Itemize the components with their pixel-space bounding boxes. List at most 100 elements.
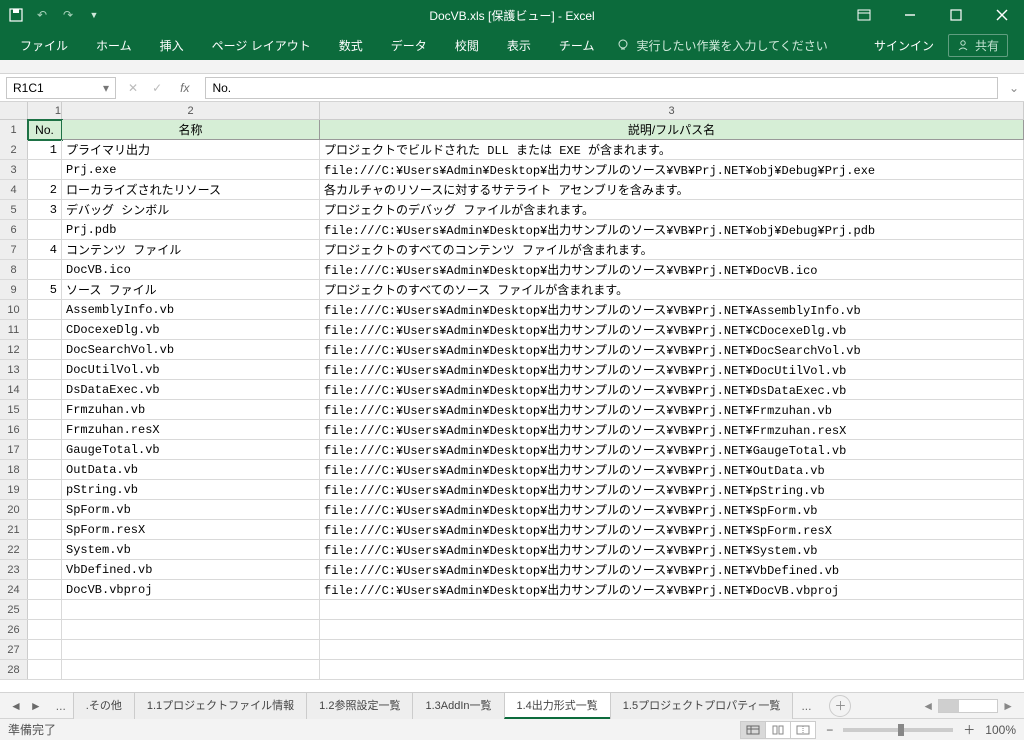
tab-scroll-right-icon[interactable]: ► [1002,699,1014,713]
cell-name[interactable]: Frmzuhan.vb [62,400,320,419]
cell-desc[interactable] [320,640,1024,659]
cell-name[interactable]: DocSearchVol.vb [62,340,320,359]
minimize-button[interactable] [888,0,932,30]
ribbon-display-icon[interactable] [842,0,886,30]
cell-no[interactable]: 3 [28,200,62,219]
cell-no[interactable] [28,540,62,559]
cell-no[interactable]: 2 [28,180,62,199]
cell-name[interactable]: AssemblyInfo.vb [62,300,320,319]
row-header[interactable]: 16 [0,420,28,439]
cell-name[interactable]: pString.vb [62,480,320,499]
cell-no[interactable] [28,320,62,339]
formula-input[interactable]: No. [205,77,998,99]
save-icon[interactable] [8,7,24,23]
tab-page-layout[interactable]: ページ レイアウト [198,30,325,60]
cell-desc[interactable]: プロジェクトのデバッグ ファイルが含まれます。 [320,200,1024,219]
row-header[interactable]: 3 [0,160,28,179]
share-button[interactable]: 共有 [948,34,1008,57]
zoom-out-button[interactable]: − [826,723,833,737]
row-header[interactable]: 27 [0,640,28,659]
tab-home[interactable]: ホーム [82,30,146,60]
chevron-down-icon[interactable]: ▾ [103,81,109,95]
row-header[interactable]: 24 [0,580,28,599]
tab-scroll-left-icon[interactable]: ◄ [922,699,934,713]
tab-nav-prev-icon[interactable]: ◄ [10,699,22,713]
cell-header-name[interactable]: 名称 [62,120,320,140]
cell-desc[interactable]: file:///C:¥Users¥Admin¥Desktop¥出力サンプルのソー… [320,420,1024,439]
cell-no[interactable]: 4 [28,240,62,259]
cell-name[interactable]: Prj.pdb [62,220,320,239]
cell-no[interactable] [28,560,62,579]
cell-no[interactable] [28,640,62,659]
cell-no[interactable] [28,360,62,379]
row-header[interactable]: 12 [0,340,28,359]
row-header[interactable]: 2 [0,140,28,159]
tab-nav-next-icon[interactable]: ► [30,699,42,713]
row-header[interactable]: 22 [0,540,28,559]
row-header[interactable]: 7 [0,240,28,259]
cell-desc[interactable]: file:///C:¥Users¥Admin¥Desktop¥出力サンプルのソー… [320,560,1024,579]
cell-no[interactable] [28,620,62,639]
tab-formulas[interactable]: 数式 [325,30,377,60]
cell-name[interactable]: ソース ファイル [62,280,320,299]
tell-me-search[interactable]: 実行したい作業を入力してください [616,37,827,54]
cell-desc[interactable]: プロジェクトでビルドされた DLL または EXE が含まれます。 [320,140,1024,159]
row-header[interactable]: 20 [0,500,28,519]
cell-name[interactable]: CDocexeDlg.vb [62,320,320,339]
signin-link[interactable]: サインイン [874,37,934,54]
sheet-tab[interactable]: 1.2参照設定一覧 [306,692,413,719]
add-sheet-button[interactable]: ＋ [829,695,851,717]
row-header[interactable]: 14 [0,380,28,399]
sheet-tab[interactable]: 1.4出力形式一覧 [504,692,611,719]
cell-name[interactable]: GaugeTotal.vb [62,440,320,459]
cell-desc[interactable]: file:///C:¥Users¥Admin¥Desktop¥出力サンプルのソー… [320,580,1024,599]
cell-name[interactable]: DocVB.vbproj [62,580,320,599]
close-button[interactable] [980,0,1024,30]
cell-no[interactable] [28,260,62,279]
cell-name[interactable]: VbDefined.vb [62,560,320,579]
row-header[interactable]: 6 [0,220,28,239]
cell-no[interactable] [28,300,62,319]
zoom-level[interactable]: 100% [985,723,1016,737]
tab-hscrollbar[interactable] [938,699,998,713]
cell-no[interactable]: 5 [28,280,62,299]
cell-name[interactable]: SpForm.vb [62,500,320,519]
row-header[interactable]: 10 [0,300,28,319]
redo-icon[interactable]: ↷ [60,7,76,23]
cell-name[interactable]: SpForm.resX [62,520,320,539]
tab-team[interactable]: チーム [545,30,609,60]
tab-insert[interactable]: 挿入 [146,30,198,60]
row-header[interactable]: 13 [0,360,28,379]
cell-desc[interactable] [320,620,1024,639]
cell-no[interactable] [28,220,62,239]
cell-name[interactable]: コンテンツ ファイル [62,240,320,259]
fx-icon[interactable]: fx [176,81,193,95]
row-header[interactable]: 8 [0,260,28,279]
cell-name[interactable]: DocVB.ico [62,260,320,279]
cell-no[interactable]: 1 [28,140,62,159]
cell-desc[interactable]: file:///C:¥Users¥Admin¥Desktop¥出力サンプルのソー… [320,160,1024,179]
row-header[interactable]: 17 [0,440,28,459]
cell-no[interactable] [28,380,62,399]
tabs-overflow-left[interactable]: ... [48,699,74,713]
sheet-tab[interactable]: 1.1プロジェクトファイル情報 [134,692,307,719]
row-header[interactable]: 4 [0,180,28,199]
enter-formula-icon[interactable]: ✓ [152,81,162,95]
cell-desc[interactable]: プロジェクトのすべてのソース ファイルが含まれます。 [320,280,1024,299]
qat-dropdown-icon[interactable]: ▼ [86,7,102,23]
cell-desc[interactable]: file:///C:¥Users¥Admin¥Desktop¥出力サンプルのソー… [320,440,1024,459]
cell-no[interactable] [28,480,62,499]
row-header[interactable]: 23 [0,560,28,579]
row-header[interactable]: 25 [0,600,28,619]
zoom-in-button[interactable]: ＋ [963,721,975,738]
cell-name[interactable]: OutData.vb [62,460,320,479]
cell-desc[interactable] [320,600,1024,619]
cell-desc[interactable]: file:///C:¥Users¥Admin¥Desktop¥出力サンプルのソー… [320,400,1024,419]
cell-name[interactable]: デバッグ シンボル [62,200,320,219]
row-header[interactable]: 15 [0,400,28,419]
cell-no[interactable] [28,520,62,539]
sheet-tab[interactable]: .その他 [73,692,135,719]
row-header[interactable]: 1 [0,120,28,140]
cell-name[interactable]: Frmzuhan.resX [62,420,320,439]
cell-desc[interactable]: プロジェクトのすべてのコンテンツ ファイルが含まれます。 [320,240,1024,259]
